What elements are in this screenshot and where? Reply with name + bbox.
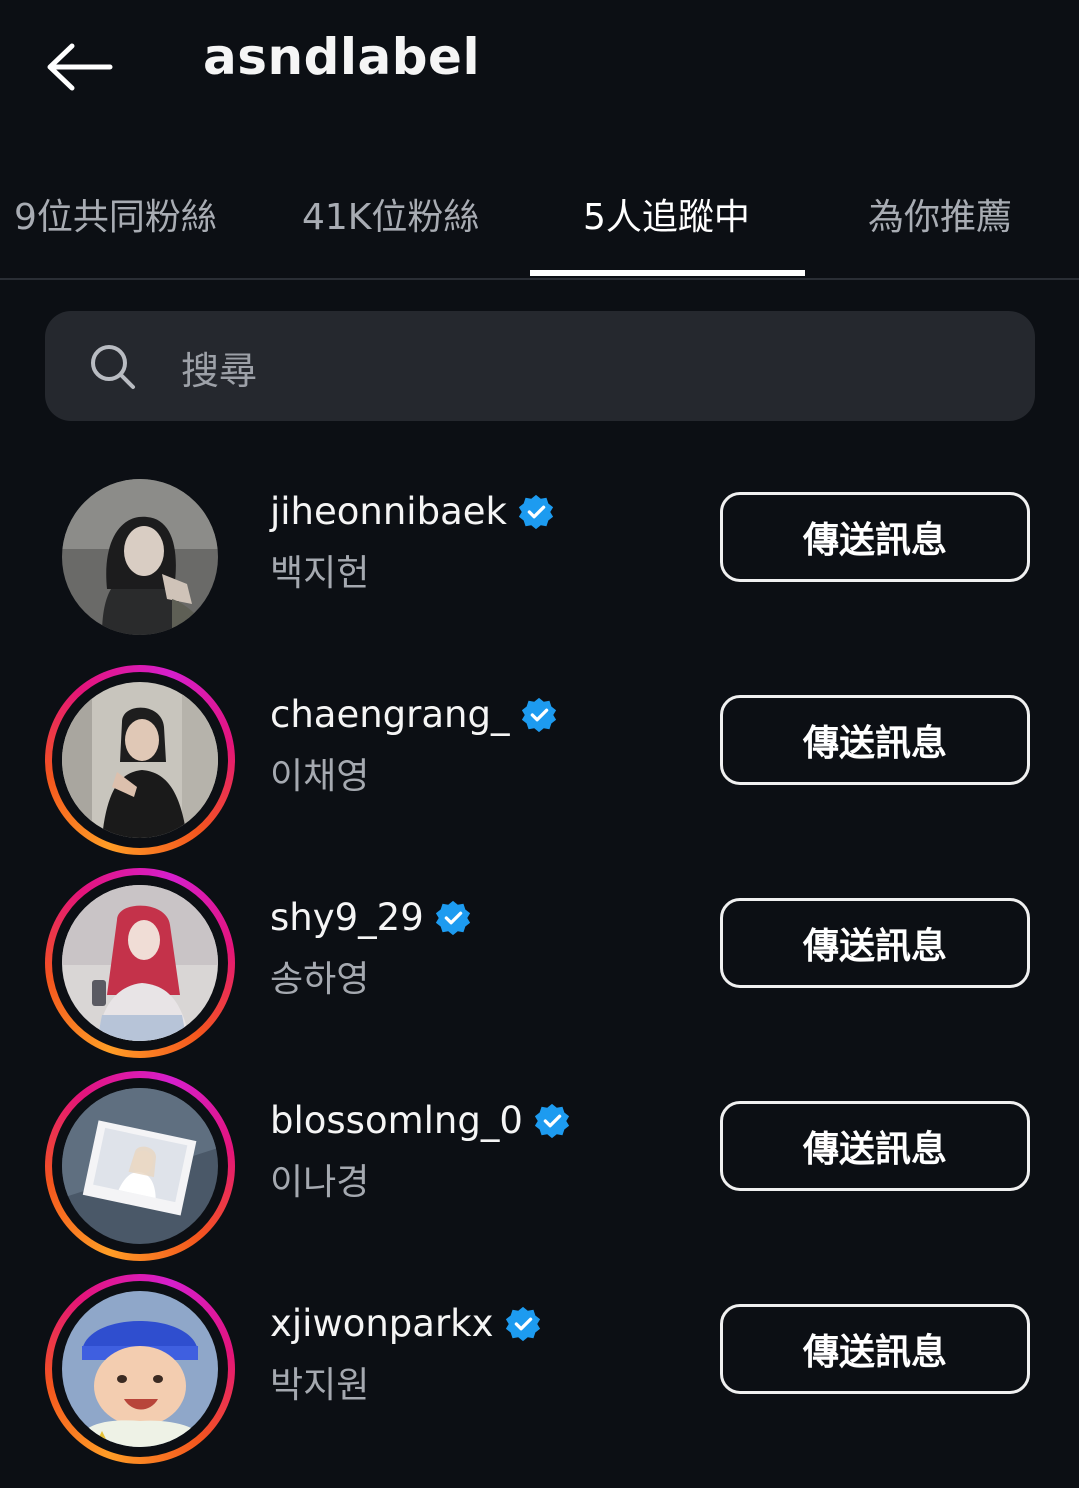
tab-bar: 9位共同粉絲 41K位粉絲 5人追蹤中 為你推薦	[0, 160, 1079, 280]
display-name: 송하영	[270, 959, 370, 1000]
search-input[interactable]: 搜尋	[45, 311, 1035, 421]
avatar-story-ring[interactable]	[45, 1071, 235, 1261]
display-name: 이나경	[270, 1162, 370, 1203]
verified-badge-icon	[534, 1103, 570, 1138]
send-message-button[interactable]: 傳送訊息	[720, 1304, 1030, 1394]
username[interactable]: jiheonnibaek	[270, 490, 555, 533]
verified-badge-icon	[505, 1306, 540, 1341]
username[interactable]: chaengrang_	[270, 693, 558, 736]
list-item[interactable]: xjiwonparkx 박지원 傳送訊息	[0, 1274, 1079, 1464]
top-bar: asndlabel	[0, 0, 1079, 130]
send-message-button[interactable]: 傳送訊息	[720, 492, 1030, 582]
verified-badge-icon	[521, 697, 556, 732]
search-placeholder: 搜尋	[181, 349, 258, 393]
username[interactable]: blossomlng_0	[270, 1099, 571, 1142]
avatar-story-ring[interactable]	[45, 665, 235, 855]
list-item[interactable]: jiheonnibaek 백지헌 傳送訊息	[0, 462, 1079, 652]
tab-mutual-followers[interactable]: 9位共同粉絲	[14, 188, 217, 240]
list-item[interactable]: blossomlng_0 이나경 傳送訊息	[0, 1071, 1079, 1261]
display-name: 백지헌	[270, 553, 370, 594]
display-name: 이채영	[270, 756, 370, 797]
list-item[interactable]: shy9_29 송하영 傳送訊息	[0, 868, 1079, 1058]
active-tab-indicator	[530, 270, 805, 276]
avatar-story-ring[interactable]	[45, 1274, 235, 1464]
verified-badge-icon	[518, 494, 554, 529]
send-message-button[interactable]: 傳送訊息	[720, 898, 1030, 988]
tab-following[interactable]: 5人追蹤中	[583, 188, 750, 240]
verified-badge-icon	[435, 900, 470, 935]
tab-followers[interactable]: 41K位粉絲	[302, 188, 479, 240]
display-name: 박지원	[270, 1365, 370, 1406]
avatar-story-ring[interactable]	[45, 868, 235, 1058]
page-title: asndlabel	[203, 28, 481, 86]
username[interactable]: shy9_29	[270, 896, 472, 939]
list-item[interactable]: chaengrang_ 이채영 傳送訊息	[0, 665, 1079, 855]
send-message-button[interactable]: 傳送訊息	[720, 1101, 1030, 1191]
tab-suggested[interactable]: 為你推薦	[868, 188, 1012, 240]
send-message-button[interactable]: 傳送訊息	[720, 695, 1030, 785]
search-icon	[91, 345, 135, 389]
avatar[interactable]	[45, 462, 235, 652]
arrow-left-icon[interactable]	[44, 40, 114, 94]
username[interactable]: xjiwonparkx	[270, 1302, 542, 1345]
